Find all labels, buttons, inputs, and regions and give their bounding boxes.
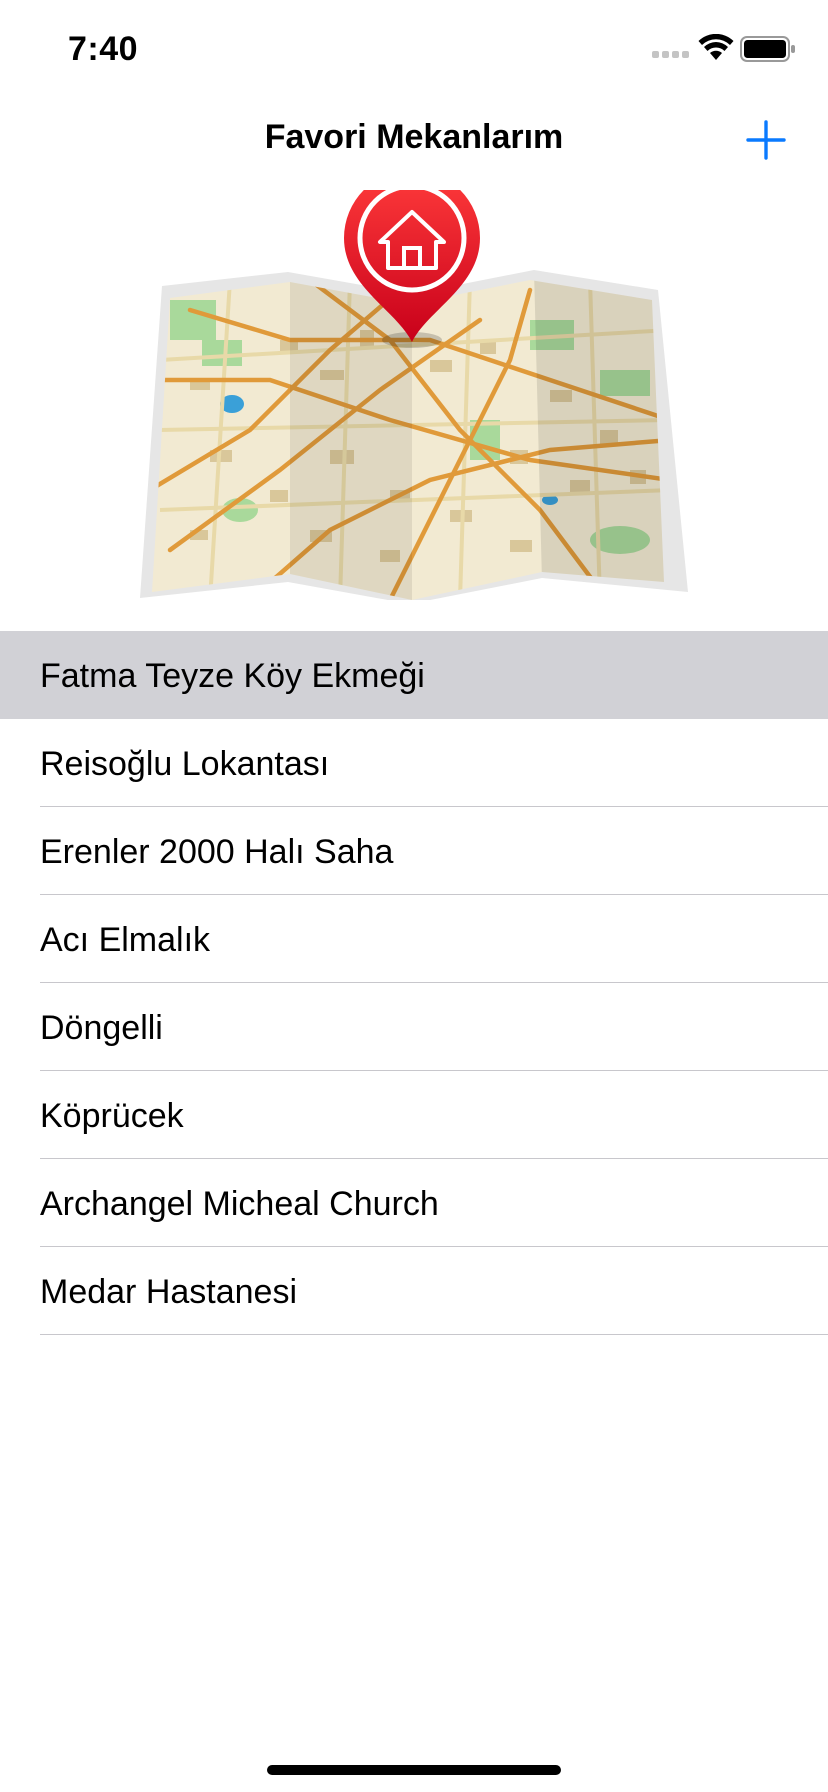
home-indicator[interactable] [267, 1765, 561, 1775]
list-item[interactable]: Archangel Micheal Church [0, 1159, 828, 1247]
add-place-button[interactable] [744, 118, 788, 162]
list-item[interactable]: Döngelli [0, 983, 828, 1071]
list-item-label: Archangel Micheal Church [40, 1185, 439, 1223]
plus-icon [746, 120, 786, 160]
list-item-label: Erenler 2000 Halı Saha [40, 833, 394, 871]
list-item[interactable]: Köprücek [0, 1071, 828, 1159]
list-item[interactable]: Fatma Teyze Köy Ekmeği [0, 631, 828, 719]
list-item-label: Reisoğlu Lokantası [40, 745, 330, 783]
list-item-label: Acı Elmalık [40, 921, 211, 959]
list-item-label: Döngelli [40, 1009, 163, 1047]
status-time: 7:40 [68, 30, 139, 68]
list-item[interactable]: Reisoğlu Lokantası [0, 719, 828, 807]
separator [40, 1334, 828, 1335]
list-item[interactable]: Medar Hastanesi [0, 1247, 828, 1335]
places-list: Fatma Teyze Köy Ekmeği Reisoğlu Lokantas… [0, 631, 828, 1335]
list-item[interactable]: Acı Elmalık [0, 895, 828, 983]
list-item-label: Medar Hastanesi [40, 1273, 298, 1311]
wifi-icon [698, 34, 734, 60]
list-item-label: Fatma Teyze Köy Ekmeği [40, 657, 425, 695]
list-item-label: Köprücek [40, 1097, 184, 1135]
battery-icon [740, 36, 795, 62]
page-title: Favori Mekanlarım [264, 118, 564, 156]
status-bar: 7:40 [0, 0, 828, 100]
map-pin-illustration [140, 190, 688, 600]
cellular-signal-icon [652, 51, 689, 58]
list-item[interactable]: Erenler 2000 Halı Saha [0, 807, 828, 895]
